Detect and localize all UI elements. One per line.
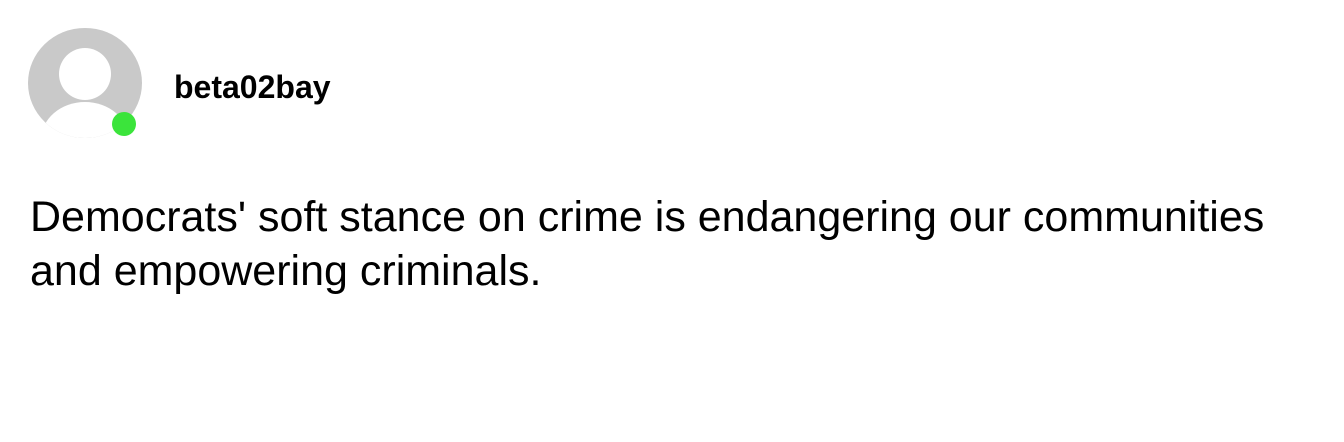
username[interactable]: beta02bay: [174, 68, 331, 106]
user-avatar[interactable]: [28, 28, 146, 140]
post-card: beta02bay Democrats' soft stance on crim…: [0, 0, 1344, 442]
online-status-indicator: [112, 112, 136, 136]
post-text: Democrats' soft stance on crime is endan…: [30, 193, 1265, 295]
